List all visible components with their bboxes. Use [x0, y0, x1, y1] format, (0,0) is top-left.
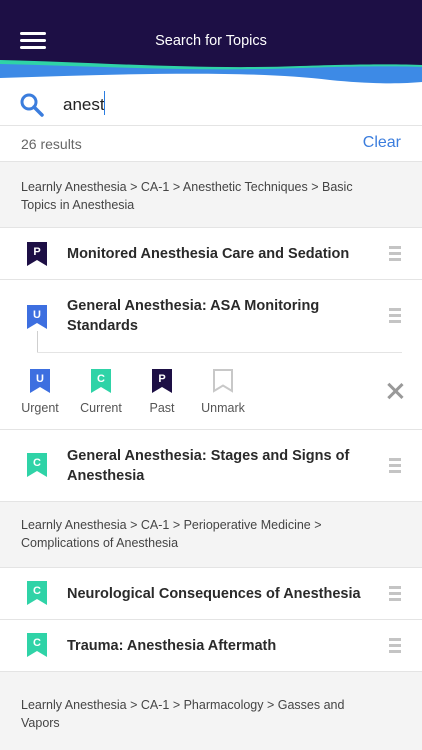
unmark-button[interactable]: Unmark [193, 368, 253, 415]
empty-bookmark-icon [212, 368, 234, 394]
app-header: Search for Topics [0, 0, 422, 86]
urgent-bookmark-icon: U [29, 368, 51, 394]
svg-text:P: P [33, 246, 40, 258]
topic-title: Trauma: Anesthesia Aftermath [67, 638, 277, 654]
topic-row-expanded[interactable]: U General Anesthesia: ASA Monitoring Sta… [0, 280, 422, 353]
topic-title: Monitored Anesthesia Care and Sedation [67, 246, 350, 262]
close-icon[interactable] [387, 383, 403, 399]
breadcrumb: Learnly Anesthesia > CA-1 > Pharmacology… [0, 672, 422, 750]
topic-row[interactable]: C General Anesthesia: Stages and Signs o… [0, 430, 422, 502]
text-caret [104, 91, 105, 115]
current-bookmark-icon[interactable]: C [26, 580, 48, 606]
mark-urgent-button[interactable]: U Urgent [10, 368, 70, 415]
svg-text:C: C [33, 637, 41, 649]
topic-title: General Anesthesia: ASA Monitoring Stand… [67, 298, 320, 334]
mark-label: Unmark [201, 401, 245, 415]
mark-current-button[interactable]: C Current [71, 368, 131, 415]
svg-text:U: U [33, 309, 41, 321]
topic-row[interactable]: P Monitored Anesthesia Care and Sedation [0, 228, 422, 280]
breadcrumb-path: Learnly Anesthesia > CA-1 > Perioperativ… [21, 518, 322, 550]
drag-handle-icon[interactable] [389, 308, 401, 324]
breadcrumb-path: Learnly Anesthesia > CA-1 > Pharmacology… [21, 698, 345, 730]
svg-text:P: P [158, 373, 165, 385]
clear-button[interactable]: Clear [363, 134, 401, 152]
search-input[interactable] [63, 91, 393, 119]
drag-handle-icon[interactable] [389, 458, 401, 474]
search-bar [0, 86, 422, 126]
results-count: 26 results [21, 136, 82, 152]
topic-title: Neurological Consequences of Anesthesia [67, 586, 361, 602]
breadcrumb: Learnly Anesthesia > CA-1 > Anesthetic T… [0, 162, 422, 228]
svg-text:U: U [36, 373, 44, 385]
mark-label: Past [149, 401, 175, 415]
mark-options-panel: U Urgent C Current P Past Unmark [0, 353, 422, 430]
page-title: Search for Topics [155, 33, 267, 49]
past-bookmark-icon: P [151, 368, 173, 394]
drag-handle-icon[interactable] [389, 246, 401, 262]
mark-label: Current [80, 401, 122, 415]
drag-handle-icon[interactable] [389, 586, 401, 602]
topic-title: General Anesthesia: Stages and Signs of … [67, 448, 350, 484]
current-bookmark-icon[interactable]: C [26, 632, 48, 658]
current-bookmark-icon: C [90, 368, 112, 394]
connector-line [37, 331, 38, 352]
mark-past-button[interactable]: P Past [132, 368, 192, 415]
svg-text:C: C [97, 373, 105, 385]
svg-text:C: C [33, 585, 41, 597]
past-bookmark-icon[interactable]: P [26, 241, 48, 267]
results-bar: 26 results Clear [0, 126, 422, 162]
urgent-bookmark-icon[interactable]: U [26, 304, 48, 330]
search-icon[interactable] [19, 92, 45, 118]
topic-row[interactable]: C Neurological Consequences of Anesthesi… [0, 568, 422, 620]
topic-row[interactable]: C Trauma: Anesthesia Aftermath [0, 620, 422, 672]
current-bookmark-icon[interactable]: C [26, 452, 48, 478]
mark-label: Urgent [21, 401, 59, 415]
svg-text:C: C [33, 457, 41, 469]
drag-handle-icon[interactable] [389, 638, 401, 654]
breadcrumb: Learnly Anesthesia > CA-1 > Perioperativ… [0, 502, 422, 568]
breadcrumb-path: Learnly Anesthesia > CA-1 > Anesthetic T… [21, 180, 353, 212]
